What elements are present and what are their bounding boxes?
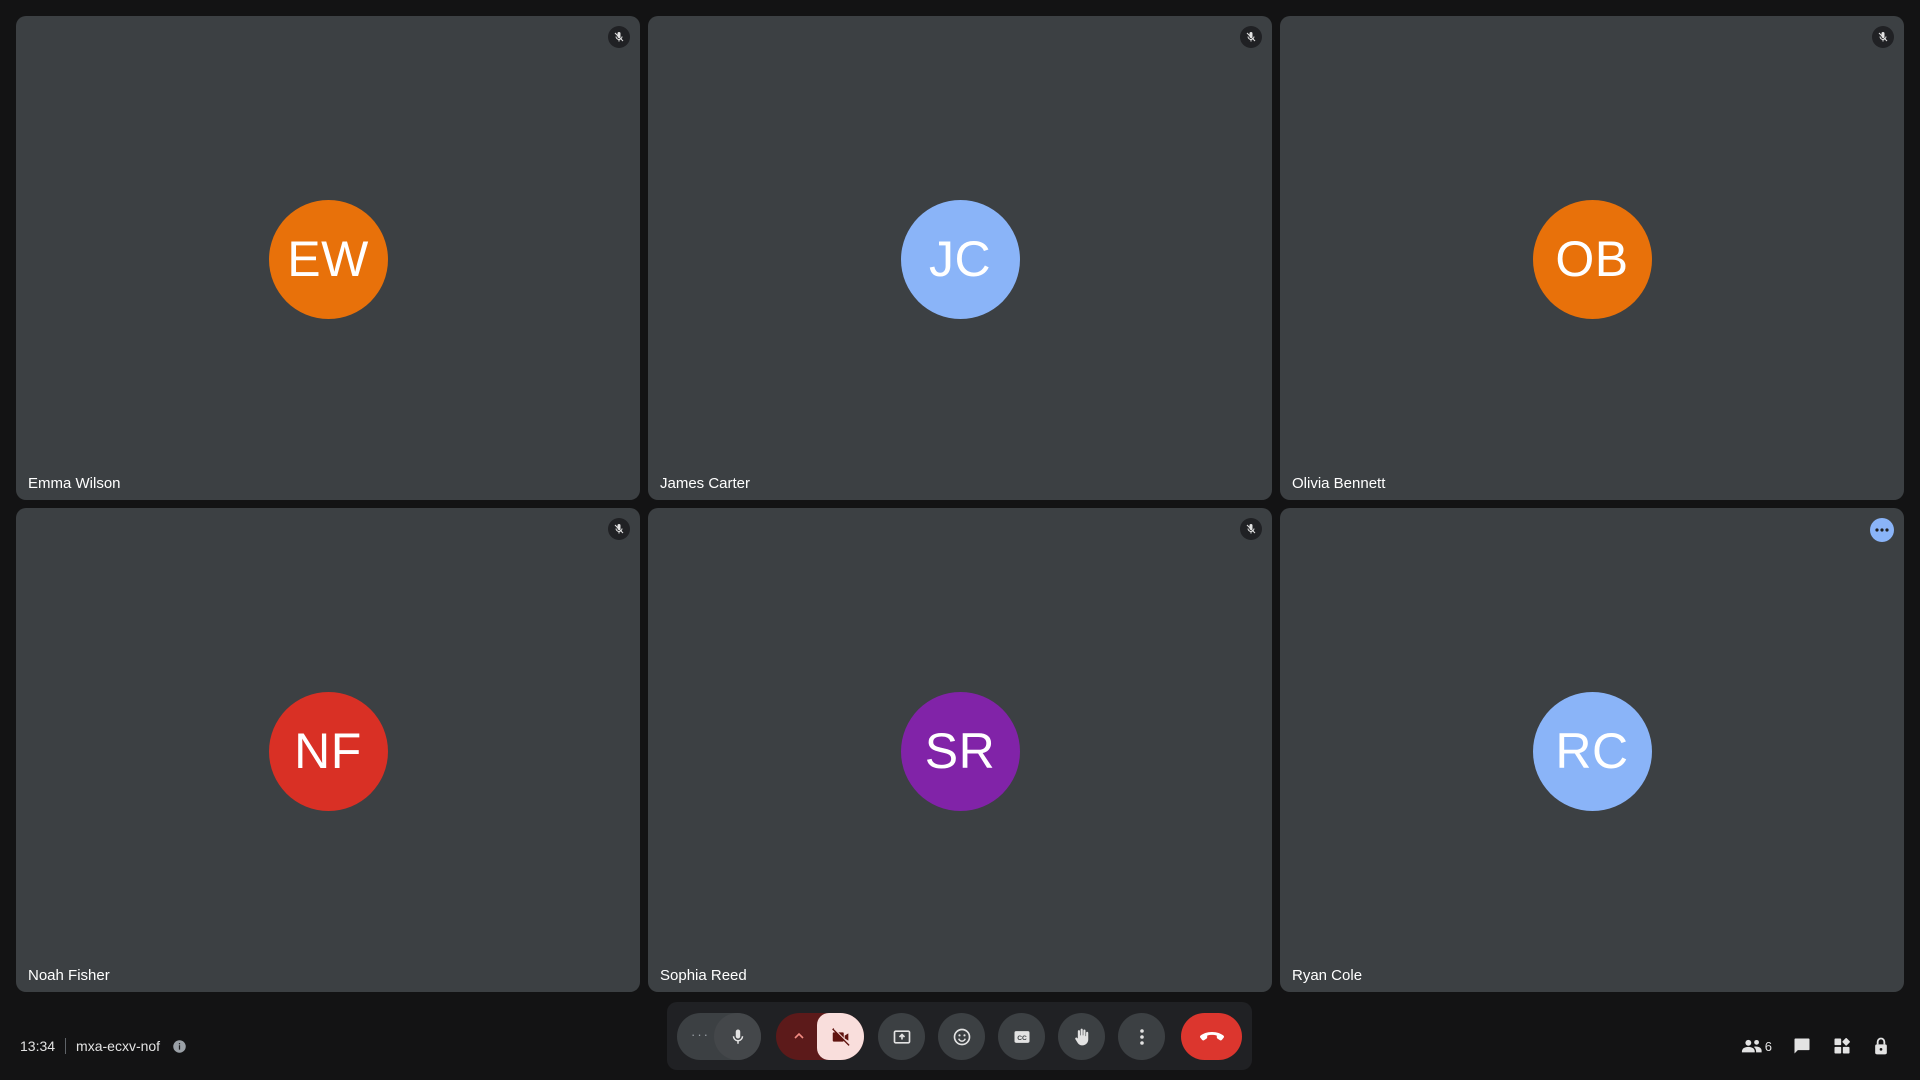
more-options-button[interactable] bbox=[1118, 1013, 1165, 1060]
chat-icon bbox=[1794, 1038, 1810, 1054]
svg-text:CC: CC bbox=[1017, 1034, 1027, 1041]
participant-grid: EW Emma Wilson JC James Carter OB Olivia… bbox=[16, 16, 1904, 992]
avatar: OB bbox=[1532, 199, 1652, 319]
camera-off-button[interactable] bbox=[817, 1013, 864, 1060]
info-icon[interactable] bbox=[172, 1039, 187, 1054]
avatar: NF bbox=[268, 691, 388, 811]
avatar: JC bbox=[900, 199, 1020, 319]
muted-mic-icon bbox=[608, 26, 630, 48]
end-call-button[interactable] bbox=[1181, 1013, 1242, 1060]
microphone-control: ··· bbox=[677, 1013, 761, 1060]
muted-mic-icon bbox=[1240, 26, 1262, 48]
captions-icon: CC bbox=[1014, 1030, 1029, 1043]
participant-name: James Carter bbox=[660, 475, 751, 492]
chat-button[interactable] bbox=[1792, 1034, 1812, 1058]
avatar: SR bbox=[900, 691, 1020, 811]
camera-control bbox=[776, 1013, 864, 1060]
captions-button[interactable]: CC bbox=[998, 1013, 1045, 1060]
present-screen-icon bbox=[893, 1029, 910, 1044]
lock-icon bbox=[1875, 1037, 1887, 1055]
participant-name: Olivia Bennett bbox=[1292, 475, 1386, 492]
divider bbox=[65, 1038, 67, 1054]
activities-button[interactable] bbox=[1832, 1034, 1852, 1058]
host-controls-button[interactable] bbox=[1872, 1034, 1890, 1058]
meeting-code: mxa-ecxv-nof bbox=[76, 1038, 161, 1054]
microphone-button[interactable] bbox=[714, 1013, 761, 1060]
camera-off-icon bbox=[831, 1027, 851, 1046]
participant-tile[interactable]: SR Sophia Reed bbox=[648, 508, 1272, 992]
more-options-icon[interactable] bbox=[1870, 518, 1894, 542]
side-panel-toggles: 6 bbox=[1741, 1026, 1890, 1066]
people-icon bbox=[1741, 1039, 1762, 1053]
emoji-button[interactable] bbox=[938, 1013, 985, 1060]
end-call-icon bbox=[1199, 1031, 1224, 1040]
meeting-info: 13:34 mxa-ecxv-nof bbox=[20, 1036, 187, 1056]
avatar: RC bbox=[1532, 691, 1652, 811]
participant-tile[interactable]: JC James Carter bbox=[648, 16, 1272, 500]
muted-mic-icon bbox=[608, 518, 630, 540]
participant-tile[interactable]: OB Olivia Bennett bbox=[1280, 16, 1904, 500]
chevron-up-icon[interactable] bbox=[790, 1027, 808, 1045]
participant-name: Sophia Reed bbox=[660, 967, 747, 984]
raise-hand-icon bbox=[1074, 1028, 1088, 1045]
call-controls: ··· CC bbox=[667, 1002, 1252, 1070]
meeting-stage: EW Emma Wilson JC James Carter OB Olivia… bbox=[0, 0, 1920, 1080]
people-count: 6 bbox=[1764, 1038, 1772, 1054]
muted-mic-icon bbox=[1872, 26, 1894, 48]
meeting-time: 13:34 bbox=[20, 1038, 56, 1054]
participant-tile[interactable]: NF Noah Fisher bbox=[16, 508, 640, 992]
participant-tile[interactable]: RC Ryan Cole bbox=[1280, 508, 1904, 992]
participant-tile[interactable]: EW Emma Wilson bbox=[16, 16, 640, 500]
more-options-icon[interactable]: ··· bbox=[691, 1027, 710, 1042]
more-vert-icon bbox=[1139, 1028, 1144, 1045]
microphone-icon bbox=[732, 1029, 743, 1044]
participant-name: Noah Fisher bbox=[28, 967, 110, 984]
emoji-icon bbox=[953, 1028, 970, 1045]
avatar: EW bbox=[268, 199, 388, 319]
raise-hand-button[interactable] bbox=[1058, 1013, 1105, 1060]
activities-icon bbox=[1834, 1038, 1850, 1054]
people-button[interactable]: 6 bbox=[1741, 1034, 1772, 1058]
present-screen-button[interactable] bbox=[878, 1013, 925, 1060]
muted-mic-icon bbox=[1240, 518, 1262, 540]
participant-name: Emma Wilson bbox=[28, 475, 121, 492]
participant-name: Ryan Cole bbox=[1292, 967, 1363, 984]
